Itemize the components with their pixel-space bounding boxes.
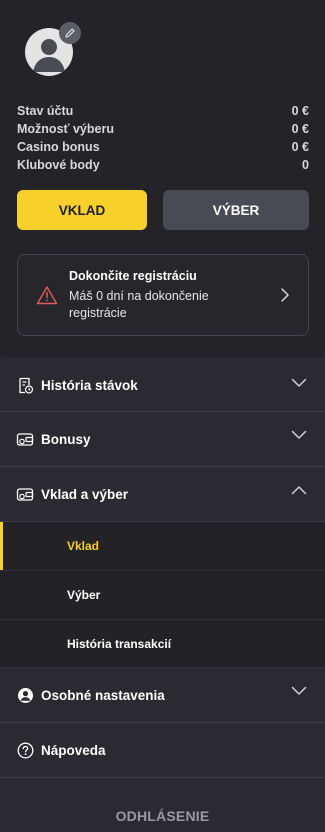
wallet-exchange-icon	[16, 485, 34, 503]
chevron-right-icon	[281, 288, 289, 302]
stat-value: 0	[302, 158, 309, 172]
balance-stats: Stav účtu 0 € Možnosť výberu 0 € Casino …	[17, 102, 309, 174]
chevron-down-icon	[291, 430, 307, 439]
stat-label: Casino bonus	[17, 140, 100, 154]
menu-item-deposit-withdraw[interactable]: Vklad a výber	[0, 467, 325, 522]
stat-label: Možnosť výberu	[17, 122, 114, 136]
deposit-withdraw-submenu: Vklad Výber História transakcií	[0, 522, 325, 668]
stat-value: 0 €	[291, 140, 309, 154]
menu-label: Nápoveda	[41, 742, 106, 758]
warning-icon	[36, 286, 58, 305]
deposit-button[interactable]: VKLAD	[17, 190, 147, 230]
menu-label: Osobné nastavenia	[41, 687, 165, 703]
chevron-up-icon	[291, 486, 307, 495]
complete-registration-card[interactable]: Dokončite registráciu Máš 0 dní na dokon…	[17, 254, 309, 336]
account-drawer: Stav účtu 0 € Možnosť výberu 0 € Casino …	[0, 0, 325, 832]
stat-balance: Stav účtu 0 €	[17, 102, 309, 120]
chevron-down-icon	[291, 378, 307, 387]
chevron-down-icon	[291, 686, 307, 695]
menu-label: Vklad a výber	[41, 486, 129, 502]
stat-casino-bonus: Casino bonus 0 €	[17, 138, 309, 156]
edit-avatar-button[interactable]	[59, 22, 81, 44]
stat-withdrawable: Možnosť výberu 0 €	[17, 120, 309, 138]
question-circle-icon	[16, 741, 34, 759]
pencil-icon	[65, 28, 75, 38]
submenu-item-transaction-history[interactable]: História transakcií	[0, 620, 325, 668]
receipt-clock-icon	[16, 377, 34, 395]
stat-value: 0 €	[291, 122, 309, 136]
bonus-wallet-icon	[16, 430, 34, 448]
submenu-item-withdraw[interactable]: Výber	[0, 571, 325, 620]
stat-value: 0 €	[291, 104, 309, 118]
menu-label: Bonusy	[41, 431, 91, 447]
account-menu: História stávok Bonusy Vklad a výber Vkl…	[0, 360, 325, 778]
menu-item-bonuses[interactable]: Bonusy	[0, 412, 325, 467]
stat-label: Stav účtu	[17, 104, 74, 118]
stat-label: Klubové body	[17, 158, 100, 172]
menu-item-bet-history[interactable]: História stávok	[0, 360, 325, 412]
withdraw-button[interactable]: VÝBER	[163, 190, 309, 230]
registration-title: Dokončite registráciu	[69, 269, 197, 283]
menu-label: História stávok	[41, 378, 138, 393]
submenu-item-deposit[interactable]: Vklad	[0, 522, 325, 571]
user-circle-icon	[16, 686, 34, 704]
registration-text: Máš 0 dní na dokončenie registrácie	[69, 289, 209, 320]
account-panel: Stav účtu 0 € Možnosť výberu 0 € Casino …	[0, 0, 325, 358]
stat-club-points: Klubové body 0	[17, 156, 309, 174]
menu-item-help[interactable]: Nápoveda	[0, 723, 325, 778]
menu-item-personal-settings[interactable]: Osobné nastavenia	[0, 668, 325, 723]
logout-button[interactable]: ODHLÁSENIE	[0, 800, 325, 832]
